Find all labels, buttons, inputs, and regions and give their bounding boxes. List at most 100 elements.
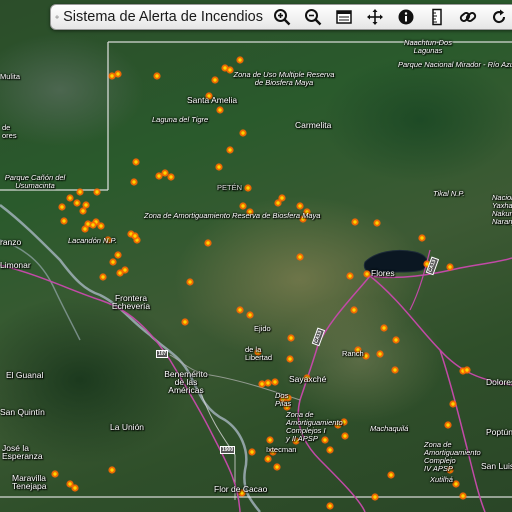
fire-alert-marker[interactable] [76, 188, 84, 196]
fire-alert-marker[interactable] [114, 251, 122, 259]
zoom-in-button[interactable] [271, 6, 293, 28]
fire-alert-marker[interactable] [380, 324, 388, 332]
fire-alert-marker[interactable] [392, 336, 400, 344]
info-icon [398, 9, 414, 25]
fire-alert-marker[interactable] [116, 269, 124, 277]
fire-alert-marker[interactable] [287, 334, 295, 342]
fire-alert-marker[interactable] [211, 76, 219, 84]
fire-alert-marker[interactable] [321, 436, 329, 444]
fire-alert-marker[interactable] [269, 448, 277, 456]
fire-alert-marker[interactable] [303, 208, 311, 216]
info-button[interactable] [395, 6, 417, 28]
fire-alert-marker[interactable] [266, 436, 274, 444]
fire-alert-marker[interactable] [264, 379, 272, 387]
fire-alert-marker[interactable] [204, 239, 212, 247]
fire-alert-marker[interactable] [97, 222, 105, 230]
fire-alert-marker[interactable] [215, 163, 223, 171]
measure-button[interactable] [426, 6, 448, 28]
fire-alert-marker[interactable] [239, 202, 247, 210]
zoom-out-button[interactable] [302, 6, 324, 28]
fire-alert-marker[interactable] [373, 219, 381, 227]
fire-alert-marker[interactable] [371, 493, 379, 501]
fire-alert-marker[interactable] [153, 72, 161, 80]
fire-alert-marker[interactable] [248, 448, 256, 456]
fire-alert-marker[interactable] [244, 184, 252, 192]
fire-alert-marker[interactable] [283, 403, 291, 411]
fire-alert-marker[interactable] [326, 502, 334, 510]
fire-alert-marker[interactable] [296, 202, 304, 210]
fire-alert-marker[interactable] [452, 480, 460, 488]
fire-alert-marker[interactable] [130, 178, 138, 186]
fire-alert-marker[interactable] [238, 489, 246, 497]
fire-alert-marker[interactable] [326, 446, 334, 454]
fire-alert-marker[interactable] [104, 236, 112, 244]
fire-alert-marker[interactable] [449, 400, 457, 408]
fire-alert-marker[interactable] [66, 194, 74, 202]
layers-button[interactable] [333, 6, 355, 28]
fire-alert-marker[interactable] [463, 366, 471, 374]
fire-alert-marker[interactable] [292, 437, 300, 445]
fire-alert-marker[interactable] [89, 221, 97, 229]
fire-alert-marker[interactable] [246, 311, 254, 319]
fire-alert-marker[interactable] [303, 374, 311, 382]
refresh-button[interactable] [488, 6, 510, 28]
fire-alert-marker[interactable] [286, 355, 294, 363]
fire-alert-marker[interactable] [351, 218, 359, 226]
fire-alert-marker[interactable] [299, 215, 307, 223]
fire-alert-marker[interactable] [340, 418, 348, 426]
map-overlay [0, 41, 512, 512]
fire-alert-marker[interactable] [216, 106, 224, 114]
fire-alert-marker[interactable] [93, 188, 101, 196]
fire-alert-marker[interactable] [236, 56, 244, 64]
fire-alert-marker[interactable] [446, 466, 454, 474]
gear-icon[interactable] [55, 10, 59, 24]
fire-alert-marker[interactable] [58, 203, 66, 211]
fire-alert-marker[interactable] [354, 346, 362, 354]
fire-alert-marker[interactable] [108, 466, 116, 474]
fire-alert-marker[interactable] [446, 263, 454, 271]
fire-alert-marker[interactable] [391, 366, 399, 374]
fire-alert-marker[interactable] [387, 471, 395, 479]
fire-alert-marker[interactable] [254, 348, 262, 356]
fire-alert-marker[interactable] [66, 480, 74, 488]
fire-alert-marker[interactable] [376, 350, 384, 358]
fire-alert-marker[interactable] [108, 72, 116, 80]
fire-alert-marker[interactable] [346, 272, 354, 280]
fire-alert-marker[interactable] [459, 492, 467, 500]
fire-alert-marker[interactable] [418, 234, 426, 242]
refresh-icon [493, 9, 506, 24]
fire-alert-marker[interactable] [161, 169, 169, 177]
fire-alert-marker[interactable] [51, 470, 59, 478]
satellite-map[interactable]: Naachtun-Dos Lagunas Parque Nacional Mir… [0, 0, 512, 512]
fire-alert-marker[interactable] [131, 232, 139, 240]
fire-alert-marker[interactable] [363, 270, 371, 278]
fire-alert-marker[interactable] [132, 158, 140, 166]
pan-button[interactable] [364, 6, 386, 28]
fire-alert-marker[interactable] [109, 258, 117, 266]
fire-alert-marker[interactable] [99, 273, 107, 281]
fire-alert-marker[interactable] [239, 129, 247, 137]
fire-alert-marker[interactable] [258, 380, 266, 388]
fire-alert-marker[interactable] [226, 66, 234, 74]
fire-alert-marker[interactable] [226, 146, 234, 154]
fire-alert-marker[interactable] [167, 173, 175, 181]
fire-alert-marker[interactable] [296, 253, 304, 261]
fire-alert-marker[interactable] [341, 432, 349, 440]
fire-alert-marker[interactable] [79, 207, 87, 215]
fire-alert-marker[interactable] [246, 208, 254, 216]
fire-alert-marker[interactable] [362, 352, 370, 360]
fire-alert-marker[interactable] [444, 421, 452, 429]
fire-alert-marker[interactable] [73, 199, 81, 207]
fire-alert-marker[interactable] [350, 306, 358, 314]
link-button[interactable] [457, 6, 479, 28]
fire-alert-marker[interactable] [205, 92, 213, 100]
fire-alert-marker[interactable] [279, 395, 287, 403]
fire-alert-marker[interactable] [264, 455, 272, 463]
fire-alert-marker[interactable] [186, 278, 194, 286]
fire-alert-marker[interactable] [273, 463, 281, 471]
fire-alert-marker[interactable] [271, 378, 279, 386]
fire-alert-marker[interactable] [236, 306, 244, 314]
fire-alert-marker[interactable] [274, 199, 282, 207]
fire-alert-marker[interactable] [181, 318, 189, 326]
fire-alert-marker[interactable] [60, 217, 68, 225]
